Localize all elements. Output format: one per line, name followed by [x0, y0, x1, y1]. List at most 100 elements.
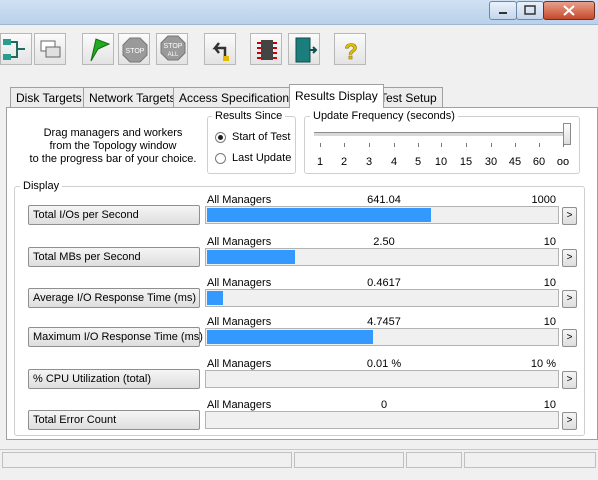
maximize-icon — [524, 5, 536, 15]
stop-button[interactable]: STOP — [118, 33, 150, 65]
help-icon: ? — [344, 39, 358, 65]
metric-button[interactable]: Total MBs per Second — [28, 247, 200, 267]
progress-track[interactable] — [205, 289, 559, 307]
frequency-tick — [418, 143, 419, 147]
new-window-button[interactable] — [34, 33, 66, 65]
stop-all-icon: STOP ALL — [160, 35, 186, 61]
metric-button[interactable]: Total Error Count — [28, 410, 200, 430]
tab-access-specifications[interactable]: Access Specifications — [173, 87, 302, 107]
update-frequency-track — [314, 132, 570, 137]
row-scope-label: All Managers — [207, 194, 272, 206]
topology-icon — [3, 39, 25, 60]
row-expand-button[interactable]: > — [562, 371, 577, 389]
stop-all-button[interactable]: STOP ALL — [156, 33, 188, 65]
progress-fill — [207, 291, 223, 305]
frequency-tick — [320, 143, 321, 147]
tab-test-setup[interactable]: Test Setup — [374, 87, 443, 107]
exit-button[interactable] — [288, 33, 320, 65]
tab-disk-targets[interactable]: Disk Targets — [10, 87, 88, 107]
reset-workers-button[interactable] — [204, 33, 236, 65]
row-scope-label: All Managers — [207, 358, 272, 370]
row-value: 0.01 % — [366, 358, 402, 370]
frequency-tick — [369, 143, 370, 147]
svg-text:ALL: ALL — [168, 52, 179, 58]
toolbar: STOP STOP ALL ? — [0, 25, 598, 75]
close-button[interactable] — [543, 1, 595, 20]
door-icon — [295, 37, 318, 63]
status-cell-1 — [2, 452, 292, 468]
frequency-label: oo — [556, 156, 570, 168]
green-flag-icon — [90, 38, 111, 62]
frequency-tick — [394, 143, 395, 147]
frequency-label: 5 — [414, 156, 422, 168]
row-value: 2.50 — [373, 236, 395, 248]
help-button[interactable]: ? — [334, 33, 366, 65]
metric-button[interactable]: Maximum I/O Response Time (ms) — [28, 327, 203, 347]
row-max: 10 % — [530, 358, 556, 370]
frequency-label: 1 — [316, 156, 324, 168]
disk-worker-button[interactable] — [250, 33, 282, 65]
frequency-tick — [563, 143, 564, 147]
progress-track[interactable] — [205, 206, 559, 224]
frequency-tick — [441, 143, 442, 147]
maximize-button[interactable] — [516, 1, 544, 20]
results-since-group — [207, 116, 296, 174]
status-cell-4 — [464, 452, 596, 468]
frequency-label: 60 — [532, 156, 546, 168]
radio-start-of-test[interactable] — [215, 132, 226, 143]
frequency-label: 30 — [484, 156, 498, 168]
svg-text:STOP: STOP — [126, 48, 145, 55]
frequency-tick — [515, 143, 516, 147]
svg-text:?: ? — [344, 39, 357, 64]
windows-icon — [40, 40, 61, 58]
frequency-tick — [491, 143, 492, 147]
frequency-label: 4 — [390, 156, 398, 168]
metric-button[interactable]: Total I/Os per Second — [28, 205, 200, 225]
progress-track[interactable] — [205, 411, 559, 429]
metric-button[interactable]: % CPU Utilization (total) — [28, 369, 200, 389]
radio-start-of-test-label[interactable]: Start of Test — [232, 131, 291, 143]
chip-icon — [257, 40, 277, 60]
radio-last-update-label[interactable]: Last Update — [232, 152, 291, 164]
tab-results-display[interactable]: Results Display — [289, 84, 384, 108]
stop-icon: STOP — [122, 37, 148, 63]
row-expand-button[interactable]: > — [562, 412, 577, 430]
progress-track[interactable] — [205, 370, 559, 388]
row-scope-label: All Managers — [207, 236, 272, 248]
results-since-legend: Results Since — [212, 110, 286, 122]
frequency-tick — [344, 143, 345, 147]
display-legend: Display — [20, 180, 63, 192]
progress-fill — [207, 250, 295, 264]
progress-fill — [207, 330, 373, 344]
update-frequency-slider[interactable] — [563, 123, 571, 145]
row-expand-button[interactable]: > — [562, 290, 577, 308]
minimize-icon — [499, 12, 507, 14]
tab-network-targets[interactable]: Network Targets — [83, 87, 182, 107]
row-scope-label: All Managers — [207, 316, 272, 328]
progress-track[interactable] — [205, 328, 559, 346]
row-scope-label: All Managers — [207, 399, 272, 411]
frequency-label: 2 — [340, 156, 348, 168]
row-value: 0 — [380, 399, 388, 411]
minimize-button[interactable] — [489, 1, 517, 20]
frequency-label: 3 — [365, 156, 373, 168]
row-scope-label: All Managers — [207, 277, 272, 289]
frequency-label: 45 — [508, 156, 522, 168]
row-value: 641.04 — [367, 194, 401, 206]
row-expand-button[interactable]: > — [562, 329, 577, 347]
radio-last-update[interactable] — [215, 153, 226, 164]
row-max: 10 — [543, 399, 556, 411]
status-cell-3 — [406, 452, 462, 468]
progress-track[interactable] — [205, 248, 559, 266]
row-value: 4.7457 — [367, 316, 401, 328]
metric-button[interactable]: Average I/O Response Time (ms) — [28, 288, 200, 308]
svg-text:STOP: STOP — [164, 43, 183, 50]
row-max: 10 — [543, 236, 556, 248]
row-expand-button[interactable]: > — [562, 207, 577, 225]
row-value: 0.4617 — [367, 277, 401, 289]
progress-fill — [207, 208, 431, 222]
start-button[interactable] — [82, 33, 114, 65]
topology-button[interactable] — [0, 33, 32, 65]
row-expand-button[interactable]: > — [562, 249, 577, 267]
row-max: 10 — [543, 316, 556, 328]
